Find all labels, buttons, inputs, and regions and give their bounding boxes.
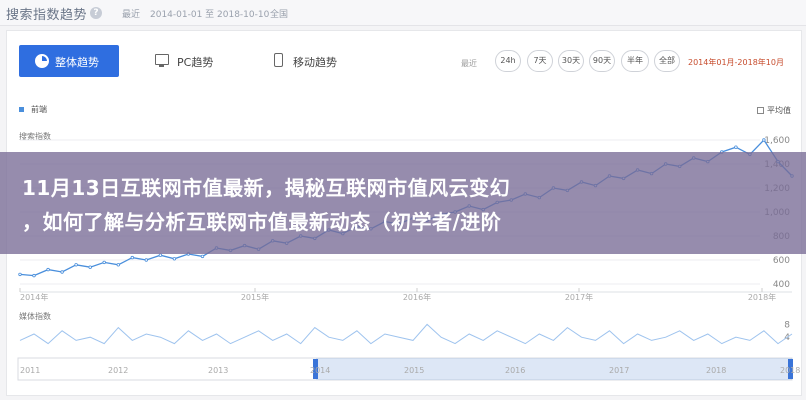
timeline-year-label: 2018 [780, 366, 800, 375]
banner-line-1: 11月13日互联网市值最新，揭秘互联网市值风云变幻 [22, 176, 511, 200]
data-point [158, 253, 163, 257]
y-tick-label: 400 [773, 280, 790, 290]
title-banner: 11月13日互联网市值最新，揭秘互联网市值风云变幻 ，如何了解与分析互联网市值最… [0, 152, 806, 254]
data-point [18, 272, 22, 277]
data-point [144, 258, 148, 262]
timeline-year-label: 2012 [108, 366, 128, 375]
data-point [74, 263, 78, 267]
timeline-year-label: 2017 [609, 366, 629, 375]
data-point [172, 257, 177, 261]
y-tick-label: 1,600 [764, 136, 790, 146]
timeline-year-label: 2014 [310, 366, 330, 375]
data-point [102, 260, 106, 265]
data-point [60, 270, 64, 274]
timeline-year-label: 2016 [505, 366, 525, 375]
x-tick-label: 2017年 [565, 292, 593, 302]
media-series-line [19, 323, 793, 345]
data-point [734, 145, 738, 149]
data-point [762, 138, 766, 142]
x-tick-label: 2016年 [403, 292, 431, 302]
data-point [116, 263, 120, 267]
x-tick-label: 2015年 [241, 292, 269, 302]
banner-line-2: ，如何了解与分析互联网市值最新动态（初学者/进阶 [22, 210, 502, 234]
x-tick-label: 2014年 [20, 292, 48, 302]
timeline-year-label: 2011 [20, 366, 40, 375]
y-tick-label: 600 [773, 256, 790, 266]
media-y-tick-label: 8 [784, 320, 790, 330]
data-point [32, 273, 36, 278]
data-point [88, 265, 92, 269]
timeline-year-label: 2018 [706, 366, 726, 375]
data-point [46, 267, 50, 272]
timeline-year-label: 2013 [208, 366, 228, 375]
data-point [200, 254, 205, 259]
data-point [130, 255, 134, 260]
x-tick-label: 2018年 [748, 292, 776, 302]
timeline-year-label: 2015 [404, 366, 424, 375]
